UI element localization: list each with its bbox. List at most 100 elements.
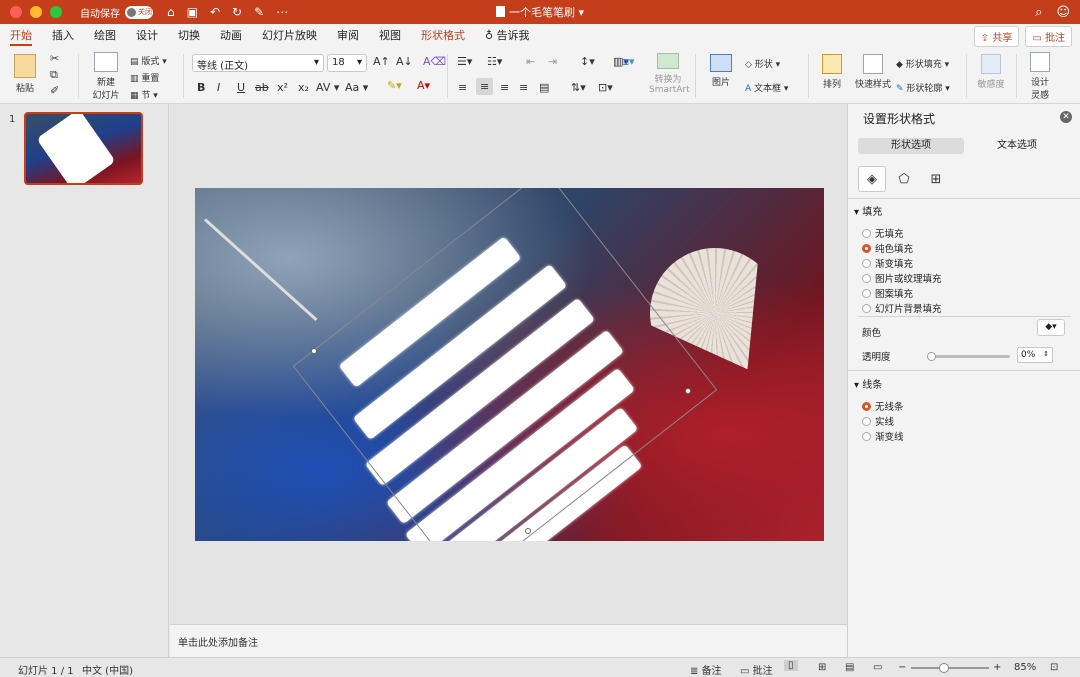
fill-option-solid[interactable]: 纯色填充 [862, 241, 913, 255]
tab-design[interactable]: 设计 [126, 24, 168, 48]
normal-view-icon[interactable]: ▯ [784, 660, 798, 671]
line-option-gradient[interactable]: 渐变线 [862, 429, 904, 443]
fill-option-pattern[interactable]: 图案填充 [862, 286, 913, 300]
section-button[interactable]: ▦ 节 ▾ [130, 88, 158, 101]
reset-button[interactable]: ▥ 重置 [130, 71, 159, 84]
fill-option-gradient[interactable]: 渐变填充 [862, 256, 913, 270]
brush-stroke-group[interactable] [292, 188, 718, 541]
slide[interactable] [195, 188, 824, 541]
tab-review[interactable]: 审阅 [327, 24, 369, 48]
align-center-icon[interactable]: ≡ [476, 78, 494, 95]
notes-toggle[interactable]: ≣ 备注 [690, 662, 722, 677]
tab-draw[interactable]: 绘图 [84, 24, 126, 48]
tab-tell-me[interactable]: ♁ 告诉我 [475, 24, 540, 48]
line-section-header[interactable]: ▾ 线条 [854, 376, 882, 391]
clear-format-icon[interactable]: A⌫ [423, 55, 446, 68]
fill-option-background[interactable]: 幻灯片背景填充 [862, 301, 942, 315]
quick-styles-button[interactable]: 快速样式 [853, 54, 893, 90]
shape-button[interactable]: ◇ 形状 ▾ [745, 57, 780, 70]
fill-color-picker[interactable]: ◆▾ [1037, 319, 1065, 336]
justify-icon[interactable]: ≡ [519, 81, 528, 94]
distributed-icon[interactable]: ▤ [539, 81, 549, 94]
close-window-button[interactable] [10, 6, 22, 18]
strikethrough-button[interactable]: ab [255, 81, 269, 94]
copy-icon[interactable]: ⧉ [50, 68, 58, 82]
selection-handle[interactable] [685, 388, 691, 394]
selection-handle[interactable] [311, 348, 317, 354]
fill-section-header[interactable]: ▾ 填充 [854, 203, 882, 218]
designer-button[interactable]: 设计 灵感 [1024, 52, 1056, 101]
tab-view[interactable]: 视图 [369, 24, 411, 48]
save-icon[interactable]: ▣ [187, 5, 198, 19]
arrange-button[interactable]: 排列 [816, 54, 848, 90]
fill-option-none[interactable]: 无填充 [862, 226, 904, 240]
underline-button[interactable]: U [237, 81, 245, 94]
zoom-in-icon[interactable]: + [993, 662, 1001, 673]
tab-home[interactable]: 开始 [0, 24, 42, 48]
slide-sorter-icon[interactable]: ⊞ [818, 662, 826, 673]
zoom-level[interactable]: 85% [1014, 662, 1036, 673]
cut-icon[interactable]: ✂ [50, 52, 59, 65]
sensitivity-button[interactable]: 敏感度 [973, 54, 1009, 90]
superscript-button[interactable]: x² [277, 81, 288, 94]
transparency-input[interactable]: 0% ⇕ [1017, 347, 1053, 363]
increase-font-icon[interactable]: A↑ [373, 55, 390, 68]
zoom-slider-knob[interactable] [939, 663, 949, 673]
reading-view-icon[interactable]: ▤ [845, 662, 854, 673]
search-icon[interactable]: ⌕ [1035, 5, 1042, 20]
line-spacing-icon[interactable]: ↕▾ [580, 55, 595, 68]
format-painter-icon[interactable]: ✐ [50, 84, 59, 97]
new-slide-button[interactable]: 新建 幻灯片 [88, 52, 124, 101]
more-icon[interactable]: ⋯ [276, 5, 288, 19]
bullets-icon[interactable]: ☰▾ [457, 55, 472, 68]
zoom-out-icon[interactable]: − [898, 662, 906, 673]
maximize-window-button[interactable] [50, 6, 62, 18]
slide-canvas[interactable] [170, 104, 847, 624]
picture-button[interactable]: 图片 [704, 54, 738, 88]
notes-area[interactable]: 单击此处添加备注 [170, 624, 847, 657]
textbox-button[interactable]: A 文本框 ▾ [745, 81, 788, 94]
change-case-button[interactable]: Aa ▾ [345, 81, 368, 94]
smartart-icon[interactable]: ⧈▾ [622, 55, 635, 69]
fit-to-window-icon[interactable]: ⊡ [1050, 662, 1058, 673]
italic-button[interactable]: I [217, 81, 220, 94]
shape-outline-button[interactable]: ✎ 形状轮廓 ▾ [896, 81, 950, 94]
bold-button[interactable]: B [197, 81, 205, 94]
size-properties-icon[interactable]: ⊞ [922, 166, 950, 192]
text-options-tab[interactable]: 文本选项 [964, 138, 1070, 154]
numbering-icon[interactable]: ☷▾ [487, 55, 502, 68]
subscript-button[interactable]: x₂ [298, 81, 309, 94]
minimize-window-button[interactable] [30, 6, 42, 18]
share-button[interactable]: ⇪ 共享 [973, 25, 1020, 47]
redo-icon[interactable]: ↻ [232, 5, 242, 19]
tab-insert[interactable]: 插入 [42, 24, 84, 48]
font-size-select[interactable]: 18 ▾ [327, 54, 367, 72]
autosave-toggle[interactable]: 关闭 [125, 5, 153, 19]
tab-transitions[interactable]: 切换 [168, 24, 210, 48]
line-option-none[interactable]: 无线条 [862, 399, 904, 413]
font-name-select[interactable]: 等线 (正文) ▾ [192, 54, 324, 72]
paste-button[interactable]: 粘贴 [10, 54, 40, 94]
slideshow-icon[interactable]: ▭ [873, 662, 882, 673]
transparency-slider[interactable] [927, 352, 1010, 361]
align-left-icon[interactable]: ≡ [458, 81, 467, 94]
home-icon[interactable]: ⌂ [167, 5, 175, 19]
language-indicator[interactable]: 中文 (中国) [82, 662, 133, 677]
highlight-icon[interactable]: ✎▾ [387, 79, 402, 92]
transparency-slider-knob[interactable] [927, 352, 936, 361]
smiley-icon[interactable]: ☺ [1056, 5, 1070, 20]
decrease-indent-icon[interactable]: ⇤ [526, 55, 535, 68]
fill-option-picture[interactable]: 图片或纹理填充 [862, 271, 942, 285]
decrease-font-icon[interactable]: A↓ [396, 55, 413, 68]
undo-icon[interactable]: ↶ [210, 5, 220, 19]
close-pane-icon[interactable]: ✕ [1060, 111, 1072, 123]
tab-slideshow[interactable]: 幻灯片放映 [252, 24, 327, 48]
text-direction-icon[interactable]: ⇅▾ [571, 81, 586, 94]
edit-icon[interactable]: ✎ [254, 5, 264, 19]
layout-button[interactable]: ▤ 版式 ▾ [130, 54, 167, 67]
align-right-icon[interactable]: ≡ [500, 81, 509, 94]
font-color-icon[interactable]: A▾ [417, 79, 430, 92]
shape-options-tab[interactable]: 形状选项 [858, 138, 964, 154]
align-text-icon[interactable]: ⊡▾ [598, 81, 613, 94]
comment-button[interactable]: ▭ 批注 [1025, 25, 1072, 47]
